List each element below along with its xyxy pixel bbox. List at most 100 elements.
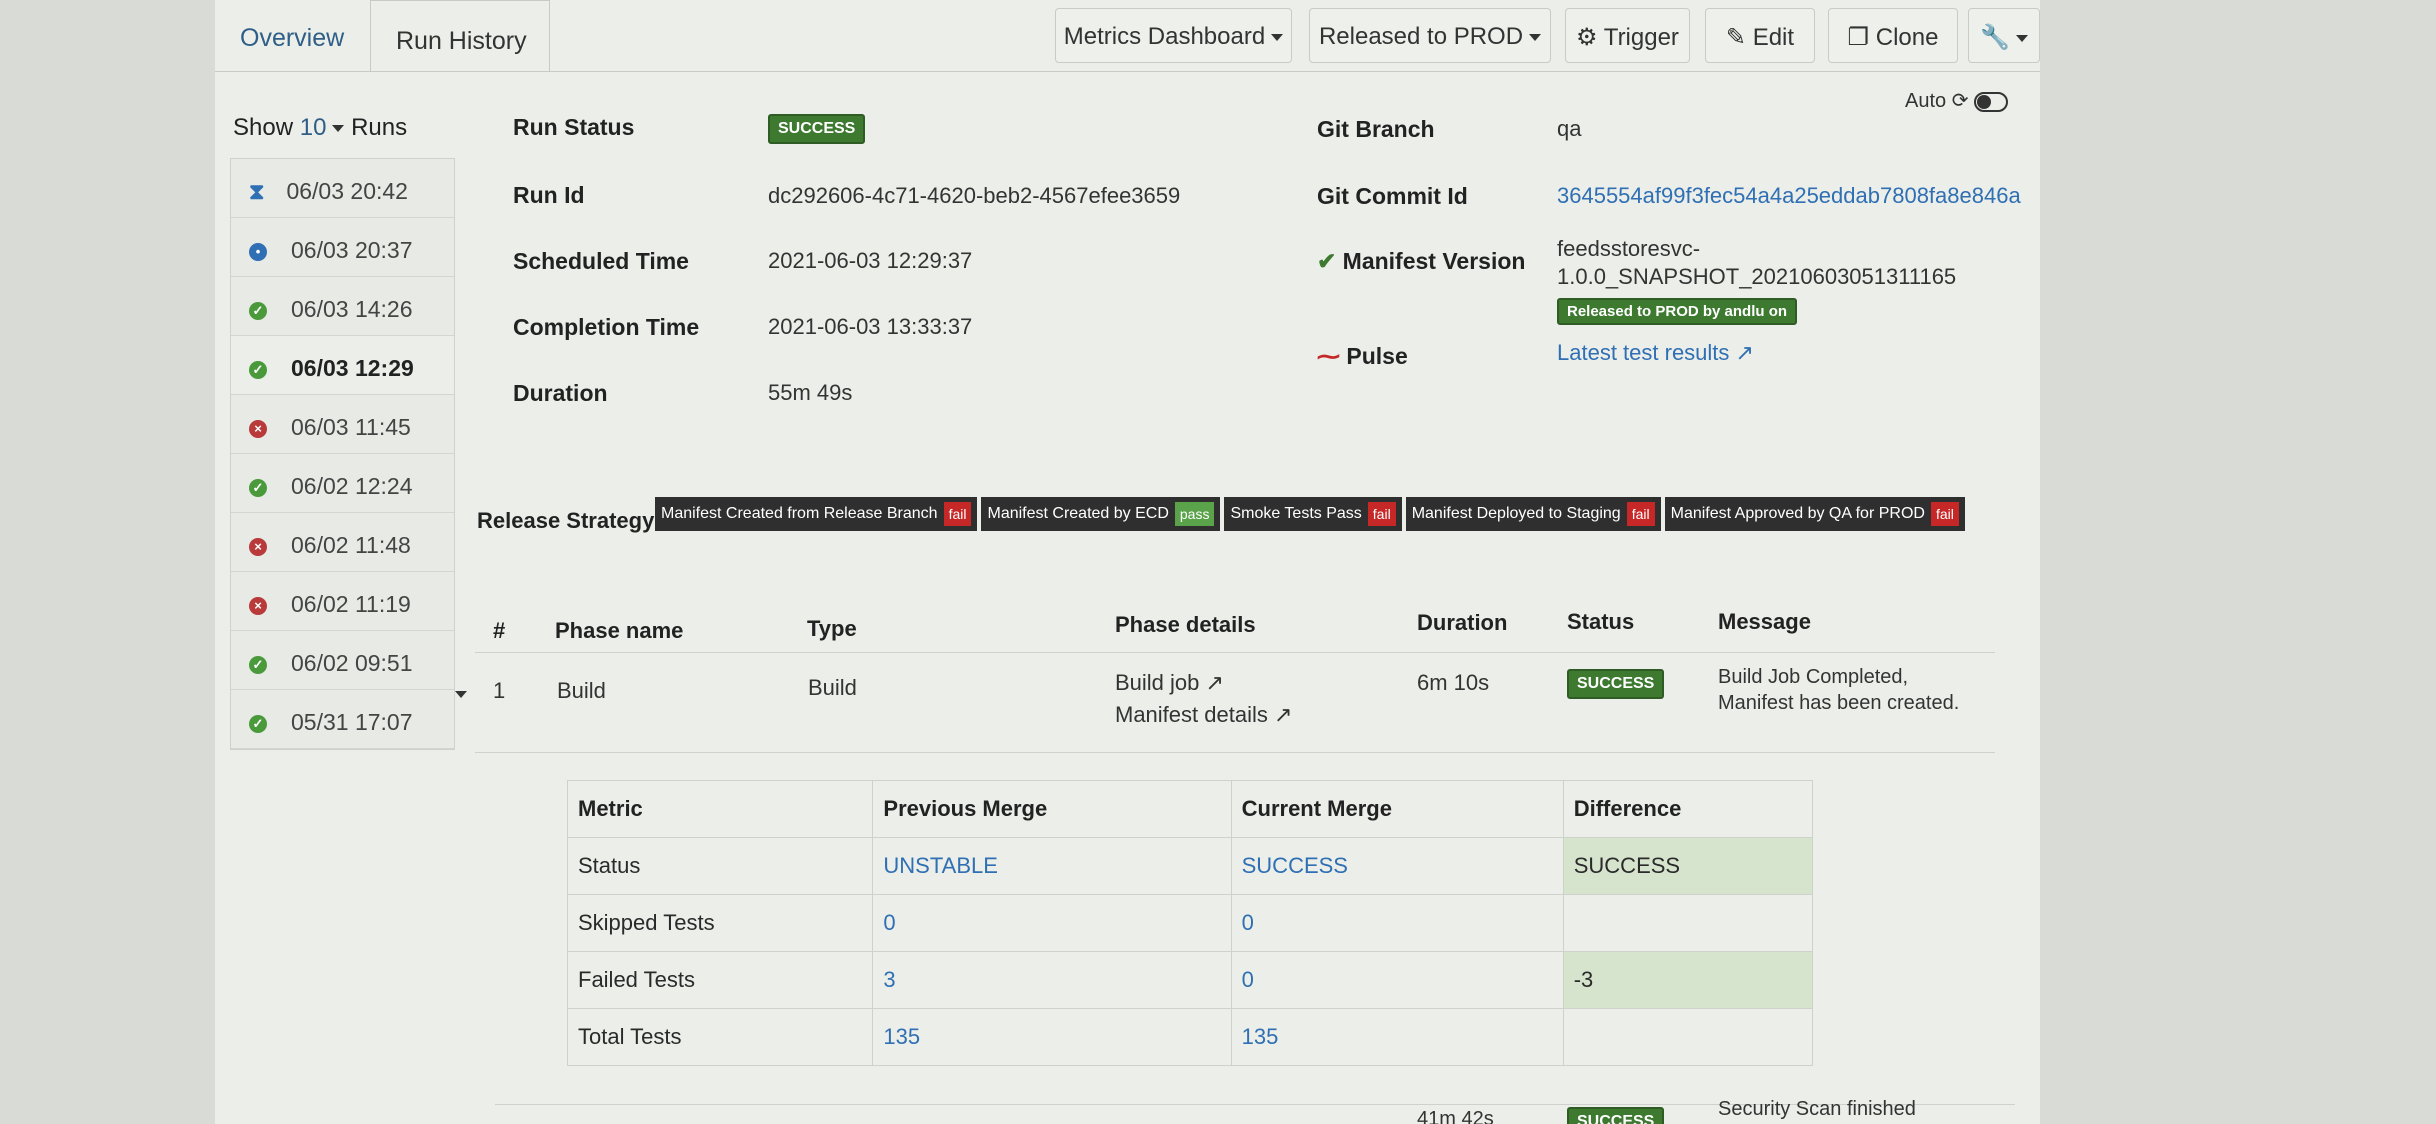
- metrics-cell: 3: [872, 951, 1232, 1009]
- show-label: Show: [233, 114, 294, 141]
- git-branch-label: Git Branch: [1317, 116, 1435, 142]
- run-time: 06/03 20:37: [291, 237, 413, 263]
- run-item[interactable]: × 06/03 11:45: [231, 395, 454, 454]
- phase2-status-text: SUCCESS: [1567, 1107, 1665, 1124]
- tab-overview[interactable]: Overview: [240, 24, 344, 53]
- run-time: 06/02 11:19: [291, 591, 411, 617]
- wrench-icon: 🔧: [1980, 24, 2010, 51]
- phase-header-num: #: [493, 618, 506, 643]
- release-step-result: pass: [1174, 502, 1215, 526]
- phase-header-divider: [475, 652, 1995, 653]
- tab-divider: [215, 71, 2040, 72]
- metrics-cell: Status: [566, 837, 874, 895]
- gears-icon: ⚙: [1576, 24, 1598, 51]
- edit-button[interactable]: ✎ Edit: [1705, 8, 1815, 63]
- external-link-icon: ↗: [1205, 670, 1224, 695]
- metrics-cell: 0: [872, 894, 1232, 952]
- latest-test-results-text: Latest test results: [1557, 340, 1730, 365]
- phase-header-type: Type: [807, 616, 857, 641]
- expand-caret-icon[interactable]: [455, 680, 467, 706]
- run-item[interactable]: • 06/03 20:37: [231, 218, 454, 277]
- run-id-label: Run Id: [513, 182, 585, 208]
- release-step: Manifest Created from Release Branch fail: [655, 497, 978, 531]
- release-step-name: Manifest Approved by QA for PROD: [1670, 505, 1925, 522]
- run-item[interactable]: ⧗ 06/03 20:42: [231, 159, 454, 218]
- failed-icon: ×: [249, 596, 267, 615]
- metrics-header-cell: Current Merge: [1230, 780, 1564, 838]
- success-icon: ✓: [249, 478, 267, 497]
- run-item[interactable]: ✓ 05/31 17:07: [231, 690, 454, 749]
- run-time: 06/02 11:48: [291, 532, 411, 558]
- phase2-duration: 41m 42s: [1417, 1108, 1494, 1124]
- release-step-result: fail: [943, 502, 972, 526]
- run-item[interactable]: × 06/02 11:19: [231, 572, 454, 631]
- metrics-dashboard-button[interactable]: Metrics Dashboard: [1055, 8, 1292, 63]
- clone-button[interactable]: ❐ Clone: [1828, 8, 1958, 63]
- auto-label: Auto: [1905, 90, 1947, 112]
- run-item[interactable]: ✓ 06/02 12:24: [231, 454, 454, 513]
- run-item[interactable]: × 06/02 11:48: [231, 513, 454, 572]
- release-step: Manifest Approved by QA for PROD fail: [1664, 497, 1965, 531]
- run-time: 06/02 12:24: [291, 473, 413, 499]
- metrics-cell: 0: [1230, 894, 1564, 952]
- build-job-link[interactable]: Build job ↗: [1115, 670, 1224, 696]
- settings-dropdown-button[interactable]: 🔧: [1968, 8, 2040, 63]
- runs-label: Runs: [351, 114, 408, 141]
- duration-label: Duration: [513, 380, 608, 406]
- run-item[interactable]: ✓ 06/03 14:26: [231, 277, 454, 336]
- auto-refresh-toggle[interactable]: [1974, 91, 2009, 112]
- failed-icon: ×: [249, 419, 267, 438]
- run-status-label: Run Status: [513, 114, 635, 140]
- phase2-status-badge: SUCCESS: [1567, 1106, 1665, 1124]
- success-icon: ✓: [249, 360, 267, 379]
- git-commit-label: Git Commit Id: [1317, 183, 1468, 209]
- auto-refresh[interactable]: Auto ⟳: [1905, 88, 2009, 113]
- metrics-header-cell: Metric: [566, 780, 874, 838]
- show-runs-selector[interactable]: Show 10 Runs: [233, 114, 407, 142]
- build-job-text: Build job: [1115, 670, 1200, 695]
- tab-run-history[interactable]: Run History: [370, 0, 550, 72]
- run-item[interactable]: ✓ 06/02 09:51: [231, 631, 454, 690]
- metrics-header-cell: Previous Merge: [872, 780, 1232, 838]
- scheduled-time-label: Scheduled Time: [513, 248, 689, 274]
- phase-duration: 6m 10s: [1417, 670, 1490, 695]
- run-list: ⧗ 06/03 20:42 • 06/03 20:37 ✓ 06/03 14:26 ✓ 06/…: [230, 158, 455, 750]
- metrics-cell: 0: [1230, 951, 1564, 1009]
- git-commit-link[interactable]: 3645554af99f3fec54a4a25eddab7808fa8e846a: [1557, 183, 2021, 209]
- metrics-row: Skipped Tests 0 0: [566, 894, 1814, 952]
- metrics-dashboard-label: Metrics Dashboard: [1063, 23, 1266, 50]
- chevron-down-icon: [1271, 34, 1284, 42]
- latest-test-results-link[interactable]: Latest test results ↗: [1557, 340, 1754, 366]
- run-status-badge: SUCCESS: [768, 113, 866, 144]
- released-to-prod-button[interactable]: Released to PROD: [1309, 8, 1551, 63]
- metrics-row: Failed Tests 3 0 -3: [566, 951, 1814, 1009]
- show-count[interactable]: 10: [300, 114, 327, 141]
- metrics-row: Status UNSTABLE SUCCESS SUCCESS: [566, 837, 1814, 895]
- run-time: 06/03 20:42: [286, 178, 408, 204]
- chevron-down-icon: [1529, 34, 1542, 42]
- pulse-label-text: Pulse: [1346, 343, 1408, 369]
- metrics-cell: 135: [872, 1008, 1232, 1066]
- phase-header-details: Phase details: [1115, 612, 1256, 637]
- pulse-label: ⁓ Pulse: [1317, 343, 1408, 370]
- metrics-cell: Failed Tests: [566, 951, 874, 1009]
- metrics-table: Metric Previous Merge Current Merge Differe…: [566, 780, 1814, 1066]
- release-step: Smoke Tests Pass fail: [1224, 497, 1402, 531]
- external-link-icon: ↗: [1273, 702, 1293, 727]
- phase-header-message: Message: [1718, 609, 1811, 634]
- phase-header-name: Phase name: [555, 618, 684, 643]
- release-step-result: fail: [1930, 502, 1959, 526]
- run-time: 06/02 09:51: [291, 650, 413, 676]
- release-strategy-label: Release Strategy: [477, 508, 655, 533]
- released-to-prod-label: Released to PROD: [1318, 23, 1524, 50]
- release-step-name: Smoke Tests Pass: [1230, 505, 1362, 522]
- manifest-details-link[interactable]: Manifest details ↗: [1115, 702, 1292, 728]
- phase-status-text: SUCCESS: [1567, 669, 1665, 699]
- run-time: 06/03 14:26: [291, 296, 413, 322]
- metrics-cell: SUCCESS: [1230, 837, 1564, 895]
- manifest-version-label-text: Manifest Version: [1342, 248, 1526, 274]
- run-time: 06/03 11:45: [291, 414, 411, 440]
- run-item[interactable]: ✓ 06/03 12:29: [231, 336, 454, 395]
- trigger-button[interactable]: ⚙ Trigger: [1565, 8, 1690, 63]
- metrics-cell: [1562, 1008, 1814, 1066]
